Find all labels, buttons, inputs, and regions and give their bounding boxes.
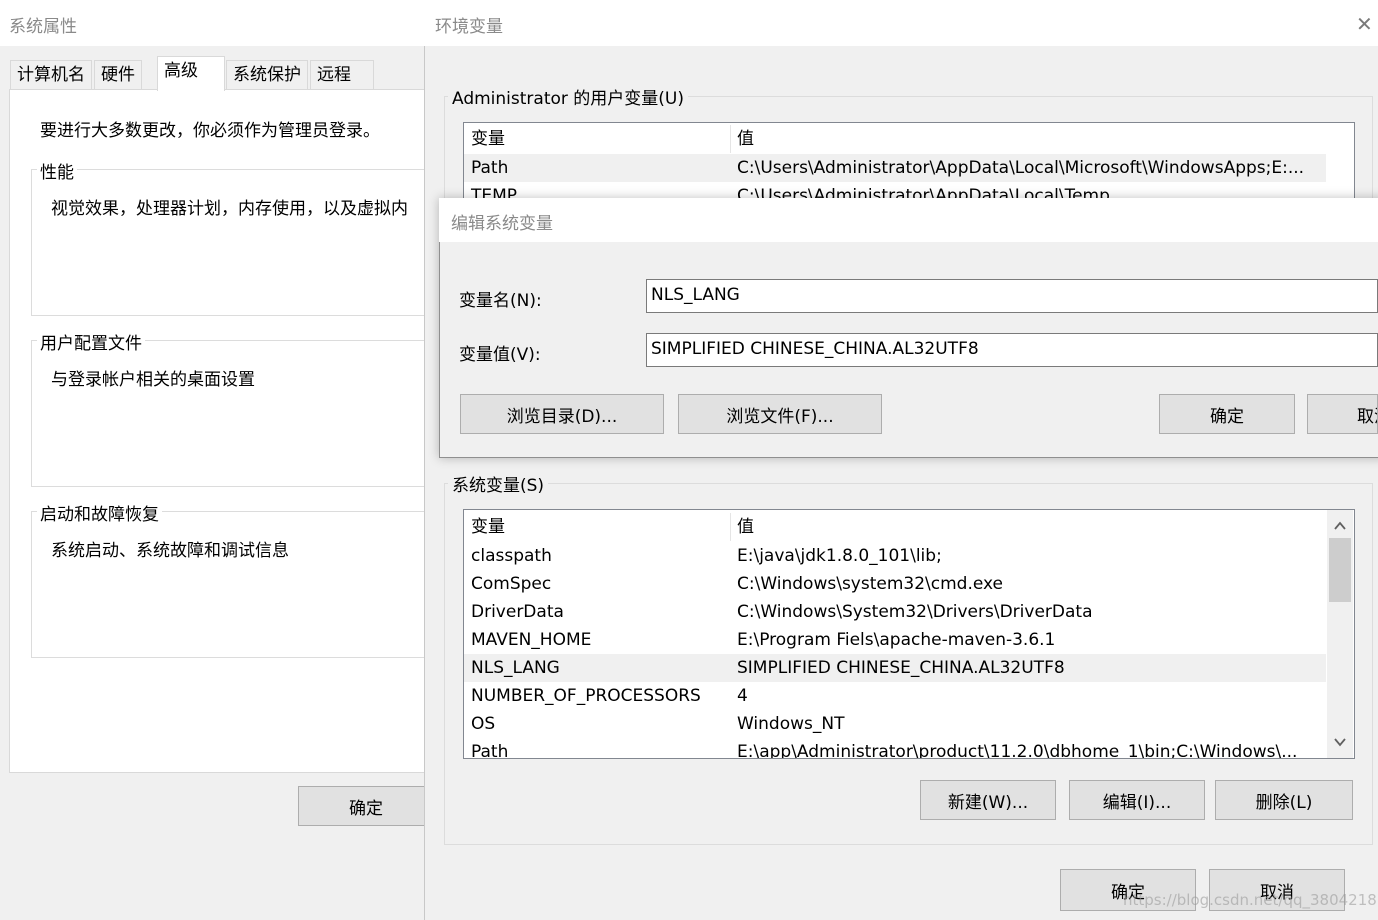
- table-row[interactable]: classpath E:\java\jdk1.8.0_101\lib;: [464, 542, 1326, 570]
- variable-name: OS: [471, 714, 496, 734]
- variable-name: MAVEN_HOME: [471, 630, 592, 650]
- column-header-variable[interactable]: 变量: [471, 513, 505, 541]
- startup-recovery-group: [31, 511, 433, 658]
- performance-group: [31, 169, 433, 316]
- variable-value: C:\Windows\System32\Drivers\DriverData: [737, 602, 1093, 622]
- table-row[interactable]: ComSpec C:\Windows\system32\cmd.exe: [464, 570, 1326, 598]
- variable-name-label: 变量名(N):: [459, 291, 542, 311]
- sysprops-ok-button[interactable]: 确定: [298, 786, 434, 826]
- user-variables-list[interactable]: 变量 值 Path C:\Users\Administrator\AppData…: [463, 122, 1355, 204]
- close-icon[interactable]: ✕: [1356, 12, 1373, 36]
- startup-recovery-group-label: 启动和故障恢复: [37, 500, 162, 525]
- variable-name: Path: [471, 742, 509, 759]
- column-header-value[interactable]: 值: [737, 125, 754, 153]
- browse-file-button[interactable]: 浏览文件(F)...: [678, 394, 882, 434]
- browse-directory-button[interactable]: 浏览目录(D)...: [460, 394, 664, 434]
- environment-variables-titlebar[interactable]: [424, 0, 1378, 46]
- variable-name: ComSpec: [471, 574, 552, 594]
- variable-name: classpath: [471, 546, 552, 566]
- scrollbar-thumb: [1329, 538, 1351, 602]
- variable-name-field[interactable]: NLS_LANG: [646, 279, 1378, 313]
- system-properties-title: 系统属性: [9, 17, 77, 37]
- edit-dialog-ok-button[interactable]: 确定: [1159, 394, 1295, 434]
- variable-name: NUMBER_OF_PROCESSORS: [471, 686, 701, 706]
- scroll-down-icon: [1334, 738, 1346, 747]
- startup-recovery-description: 系统启动、系统故障和调试信息: [51, 541, 289, 561]
- new-variable-button[interactable]: 新建(W)...: [920, 780, 1056, 820]
- admin-notice: 要进行大多数更改，你必须作为管理员登录。: [40, 121, 380, 141]
- tab-computer-name[interactable]: 计算机名: [10, 60, 92, 89]
- variable-value: C:\Users\Administrator\AppData\Local\Mic…: [737, 158, 1305, 178]
- list-header: 变量 值: [464, 513, 1326, 541]
- column-divider[interactable]: [730, 513, 731, 541]
- environment-variables-title: 环境变量: [435, 17, 503, 37]
- user-profiles-group: [31, 340, 433, 487]
- tab-hardware[interactable]: 硬件: [94, 60, 142, 89]
- tab-remote[interactable]: 远程: [310, 60, 374, 89]
- user-variables-group-label: Administrator 的用户变量(U): [448, 84, 688, 109]
- variable-name: DriverData: [471, 602, 564, 622]
- edit-variable-button[interactable]: 编辑(I)...: [1069, 780, 1205, 820]
- tab-advanced[interactable]: 高级: [157, 56, 225, 91]
- edit-dialog-cancel-button[interactable]: 取消: [1307, 394, 1378, 434]
- table-row[interactable]: DriverData C:\Windows\System32\Drivers\D…: [464, 598, 1326, 626]
- delete-variable-button[interactable]: 删除(L): [1215, 780, 1353, 820]
- performance-group-label: 性能: [37, 158, 77, 183]
- table-row[interactable]: MAVEN_HOME E:\Program Fiels\apache-maven…: [464, 626, 1326, 654]
- performance-description: 视觉效果，处理器计划，内存使用，以及虚拟内: [51, 199, 408, 219]
- edit-dialog-title: 编辑系统变量: [451, 214, 553, 234]
- column-divider[interactable]: [730, 125, 731, 153]
- variable-name: NLS_LANG: [471, 658, 560, 678]
- system-variables-group-label: 系统变量(S): [448, 471, 549, 496]
- column-header-value[interactable]: 值: [737, 513, 754, 541]
- variable-value: E:\app\Administrator\product\11.2.0\dbho…: [737, 742, 1298, 759]
- edit-dialog-titlebar[interactable]: [439, 198, 1378, 242]
- variable-value: Windows_NT: [737, 714, 845, 734]
- table-row[interactable]: Path C:\Users\Administrator\AppData\Loca…: [464, 154, 1326, 182]
- list-header: 变量 值: [464, 125, 1326, 153]
- variable-value: C:\Windows\system32\cmd.exe: [737, 574, 1004, 594]
- vertical-scrollbar[interactable]: [1327, 510, 1353, 758]
- variable-value: E:\java\jdk1.8.0_101\lib;: [737, 546, 942, 566]
- table-row[interactable]: OS Windows_NT: [464, 710, 1326, 738]
- variable-value: 4: [737, 686, 748, 706]
- user-profiles-group-label: 用户配置文件: [37, 329, 145, 354]
- table-row-selected[interactable]: NLS_LANG SIMPLIFIED CHINESE_CHINA.AL32UT…: [464, 654, 1326, 682]
- variable-value-field[interactable]: SIMPLIFIED CHINESE_CHINA.AL32UTF8: [646, 333, 1378, 367]
- variable-value: SIMPLIFIED CHINESE_CHINA.AL32UTF8: [737, 658, 1065, 678]
- variable-value: E:\Program Fiels\apache-maven-3.6.1: [737, 630, 1056, 650]
- variable-value-label: 变量值(V):: [459, 345, 541, 365]
- table-row[interactable]: NUMBER_OF_PROCESSORS 4: [464, 682, 1326, 710]
- variable-name: Path: [471, 158, 509, 178]
- system-variables-list[interactable]: 变量 值 classpath E:\java\jdk1.8.0_101\lib;…: [463, 509, 1355, 759]
- column-header-variable[interactable]: 变量: [471, 125, 505, 153]
- scroll-up-icon: [1334, 521, 1346, 530]
- tab-system-protection[interactable]: 系统保护: [226, 60, 308, 89]
- watermark-text: https://blog.csdn.net/qq_38042187: [1123, 891, 1378, 909]
- scrollbar-graphics: [1329, 521, 1351, 747]
- user-profiles-description: 与登录帐户相关的桌面设置: [51, 370, 255, 390]
- table-row[interactable]: Path E:\app\Administrator\product\11.2.0…: [464, 738, 1326, 759]
